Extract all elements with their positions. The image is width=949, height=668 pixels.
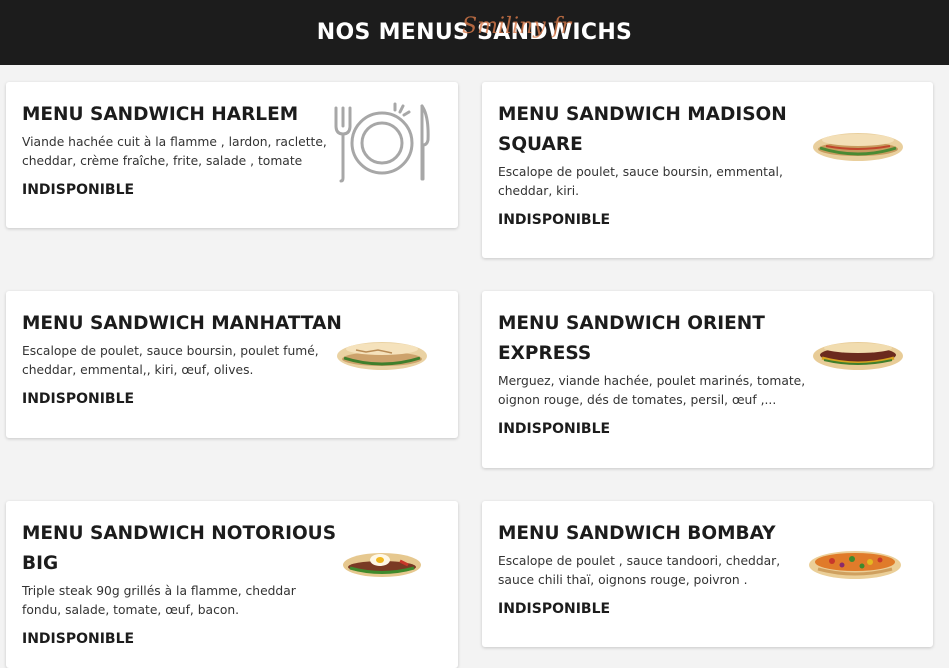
sandwich-icon [813, 342, 903, 370]
description-line: Merguez, viande hachée, poulet marinés, … [498, 374, 806, 388]
description-line: cheddar, kiri. [498, 184, 580, 198]
menu-title: MENU SANDWICH MANHATTAN [22, 313, 342, 334]
menu-description: Viande hachée cuit à la flamme , lardon,… [22, 133, 327, 171]
menu-title: MENU SANDWICH BOMBAY [498, 523, 776, 544]
description-line: oignon rouge, dés de tomates, persil, œu… [498, 393, 777, 407]
description-line: cheddar, emmental,, kiri, œuf, olives. [22, 363, 254, 377]
status-label: INDISPONIBLE [22, 182, 135, 198]
sandwich-icon [343, 553, 421, 577]
description-line: sauce chili thaï, oignons rouge, poivron… [498, 573, 748, 587]
menu-description: Escalope de poulet, sauce boursin, emmen… [498, 163, 787, 201]
menu-title: MENU SANDWICH HARLEM [22, 104, 299, 125]
title-line: MENU SANDWICH MADISON [498, 104, 787, 125]
menu-card-manhattan[interactable]: MENU SANDWICH MANHATTAN Escalope de poul… [6, 291, 458, 438]
menu-card-text: MENU SANDWICH MANHATTAN Escalope de poul… [22, 309, 342, 407]
status-label: INDISPONIBLE [22, 631, 135, 647]
menu-card-text: MENU SANDWICH BOMBAY Escalope de poulet … [498, 519, 780, 617]
menu-description: Escalope de poulet , sauce tandoori, che… [498, 552, 780, 590]
status-label: INDISPONIBLE [498, 421, 611, 437]
status-label: INDISPONIBLE [22, 391, 135, 407]
description-line: Escalope de poulet, sauce boursin, emmen… [498, 165, 783, 179]
menu-description: Escalope de poulet, sauce boursin, poule… [22, 342, 342, 380]
description-line: fondu, salade, tomate, œuf, bacon. [22, 603, 240, 617]
page-header: NOS MENUS SANDWICHS [0, 0, 949, 65]
description-line: cheddar, crème fraîche, frite, salade , … [22, 154, 303, 168]
status-label: INDISPONIBLE [498, 212, 611, 228]
title-line: SQUARE [498, 134, 583, 155]
menu-title: MENU SANDWICH MADISON SQUARE [498, 100, 787, 160]
menu-card-text: MENU SANDWICH MADISON SQUARE Escalope de… [498, 100, 787, 228]
description-line: Triple steak 90g grillés à la flamme, ch… [22, 584, 296, 598]
sandwich-icon [813, 133, 903, 161]
title-line: MENU SANDWICH NOTORIOUS [22, 523, 337, 544]
description-line: Escalope de poulet , sauce tandoori, che… [498, 554, 781, 568]
status-label: INDISPONIBLE [498, 601, 611, 617]
menu-card-text: MENU SANDWICH HARLEM Viande hachée cuit … [22, 100, 327, 198]
menu-card-notorious-big[interactable]: MENU SANDWICH NOTORIOUS BIG Triple steak… [6, 501, 458, 668]
title-line: BIG [22, 553, 59, 574]
menu-title: MENU SANDWICH ORIENT EXPRESS [498, 309, 805, 369]
description-line: Escalope de poulet, sauce boursin, poule… [22, 344, 319, 358]
sandwich-icon [337, 342, 427, 370]
menu-card-bombay[interactable]: MENU SANDWICH BOMBAY Escalope de poulet … [482, 501, 933, 647]
menu-description: Triple steak 90g grillés à la flamme, ch… [22, 582, 336, 620]
plate-cutlery-icon [334, 102, 430, 183]
menu-description: Merguez, viande hachée, poulet marinés, … [498, 372, 805, 410]
menu-card-text: MENU SANDWICH ORIENT EXPRESS Merguez, vi… [498, 309, 805, 437]
page-title: NOS MENUS SANDWICHS [316, 20, 633, 45]
menu-card-orient-express[interactable]: MENU SANDWICH ORIENT EXPRESS Merguez, vi… [482, 291, 933, 468]
title-line: MENU SANDWICH ORIENT [498, 313, 765, 334]
menu-title: MENU SANDWICH NOTORIOUS BIG [22, 519, 336, 579]
menu-card-text: MENU SANDWICH NOTORIOUS BIG Triple steak… [22, 519, 336, 647]
menu-card-harlem[interactable]: MENU SANDWICH HARLEM Viande hachée cuit … [6, 82, 458, 228]
description-line: Viande hachée cuit à la flamme , lardon,… [22, 135, 327, 149]
menu-card-madison-square[interactable]: MENU SANDWICH MADISON SQUARE Escalope de… [482, 82, 933, 258]
sandwich-icon [809, 551, 901, 579]
title-line: EXPRESS [498, 343, 592, 364]
